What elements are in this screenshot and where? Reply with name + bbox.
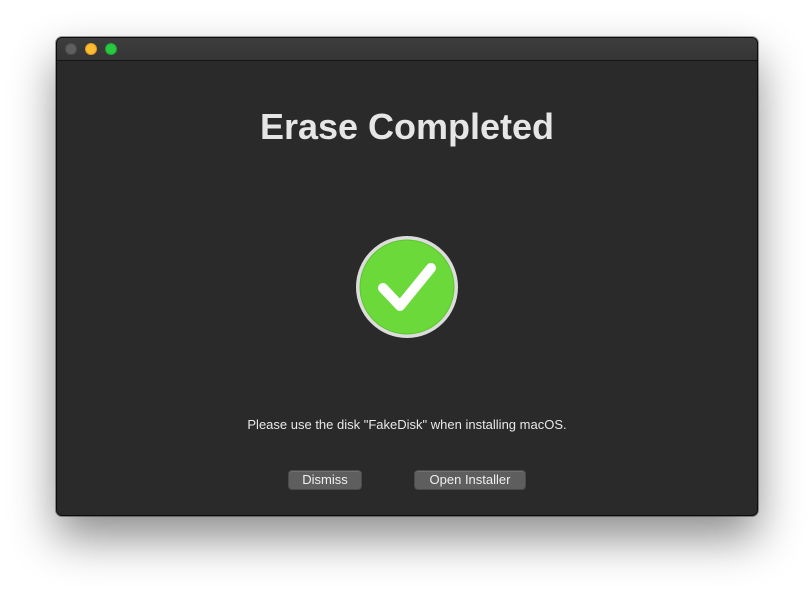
- open-installer-button[interactable]: Open Installer: [414, 470, 526, 490]
- instruction-message: Please use the disk "FakeDisk" when inst…: [247, 417, 567, 432]
- desktop-background: Erase Completed Please use the disk "Fak…: [0, 0, 812, 589]
- erase-complete-window: Erase Completed Please use the disk "Fak…: [56, 37, 758, 516]
- close-icon[interactable]: [65, 43, 77, 55]
- page-title: Erase Completed: [259, 106, 555, 147]
- checkmark-success-icon: [355, 235, 459, 339]
- dismiss-button[interactable]: Dismiss: [288, 470, 362, 490]
- zoom-icon[interactable]: [105, 43, 117, 55]
- dialog-content: Erase Completed Please use the disk "Fak…: [57, 61, 757, 515]
- minimize-icon[interactable]: [85, 43, 97, 55]
- title-bar[interactable]: [57, 38, 757, 61]
